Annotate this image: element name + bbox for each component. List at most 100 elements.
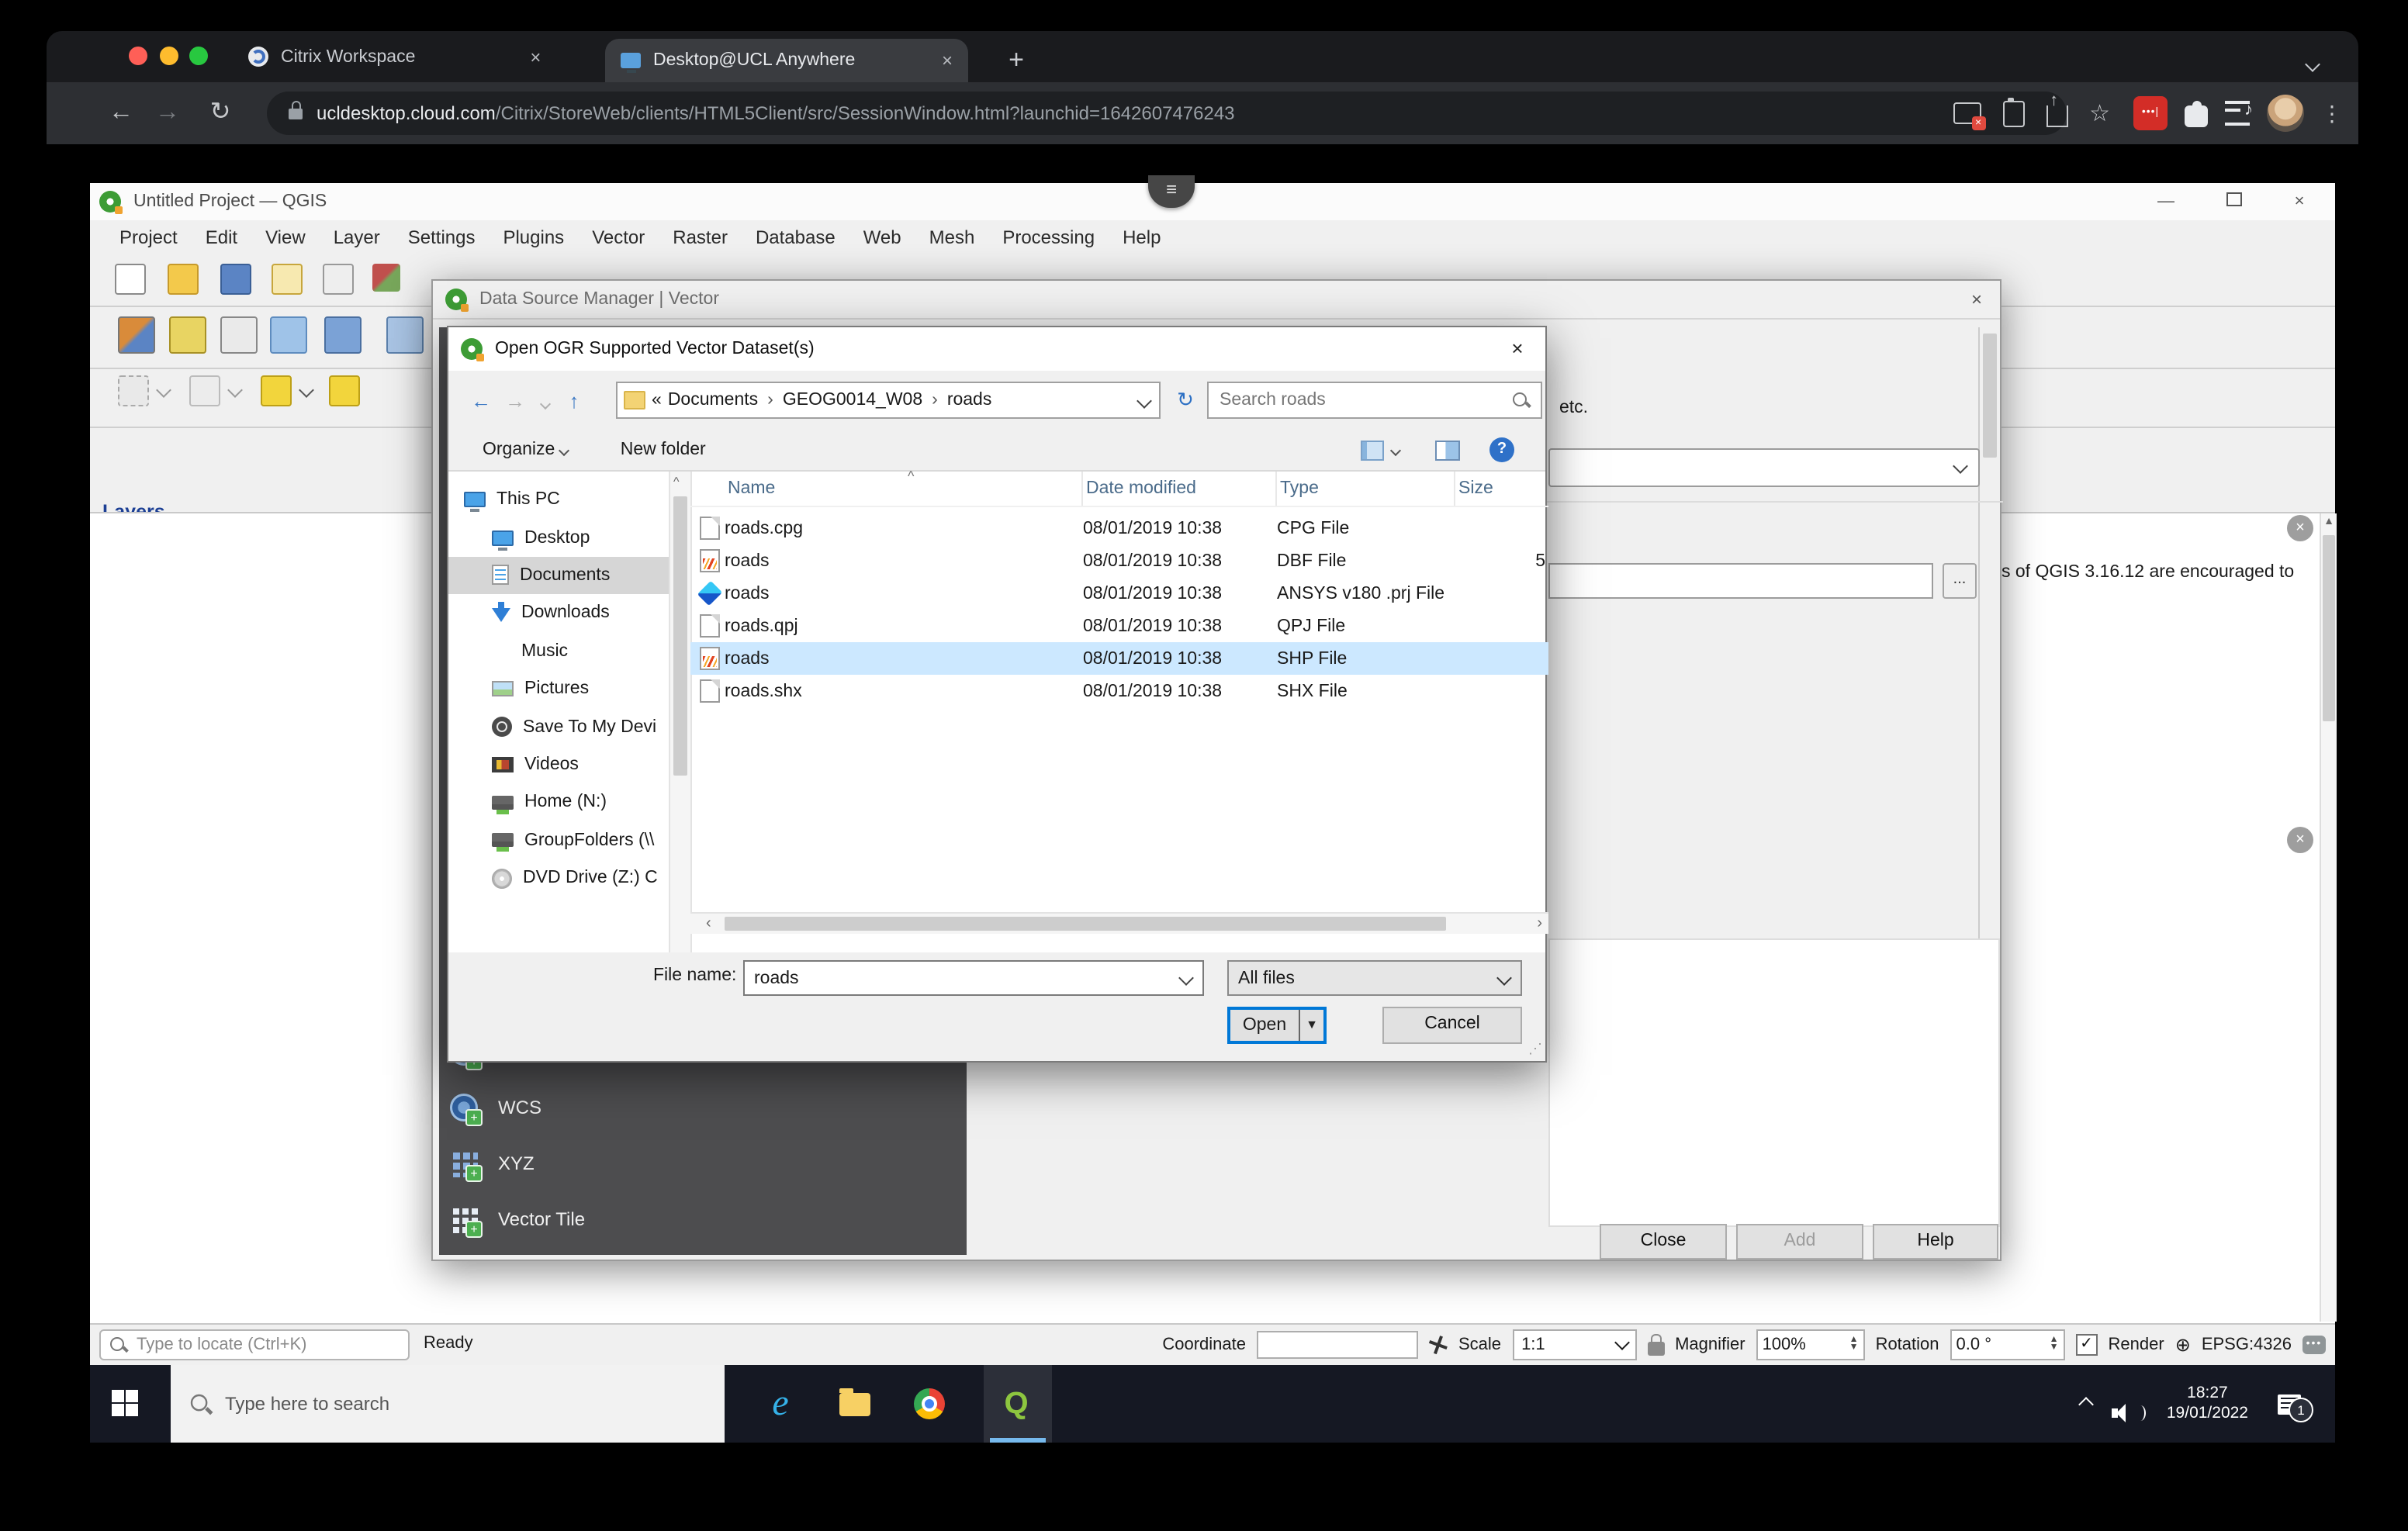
clipboard-icon[interactable] bbox=[2002, 100, 2024, 126]
mac-minimize-button[interactable] bbox=[160, 47, 178, 65]
reload-button[interactable]: ↻ bbox=[202, 95, 239, 132]
new-print-layout-icon[interactable] bbox=[272, 264, 303, 295]
lock-scale-icon[interactable] bbox=[1647, 1341, 1664, 1355]
qgis-close-button[interactable]: × bbox=[2276, 189, 2323, 216]
tab-close-icon[interactable]: × bbox=[530, 46, 541, 67]
rotation-spinner[interactable]: 0.0 °▲▼ bbox=[1950, 1329, 2065, 1360]
breadcrumb-part[interactable]: GEOG0014_W08 bbox=[783, 391, 947, 410]
preview-pane-icon[interactable] bbox=[1435, 440, 1460, 460]
refresh-icon[interactable]: ↻ bbox=[1168, 382, 1202, 419]
breadcrumb-part[interactable]: roads bbox=[947, 391, 992, 410]
new-spatialite-layer-icon[interactable] bbox=[270, 316, 307, 354]
places-item[interactable]: Music bbox=[448, 632, 669, 670]
extents-icon[interactable] bbox=[1429, 1336, 1448, 1354]
deselect-layers-icon[interactable] bbox=[261, 375, 292, 406]
file-dialog-close-button[interactable]: × bbox=[1502, 335, 1533, 363]
file-row[interactable]: roads 08/01/2019 10:38 DBF File 5 bbox=[690, 544, 1548, 577]
open-project-icon[interactable] bbox=[168, 264, 199, 295]
dsm-browse-button[interactable]: ... bbox=[1943, 563, 1977, 599]
taskbar-chrome-icon[interactable] bbox=[900, 1379, 959, 1429]
places-item[interactable]: This PC bbox=[448, 481, 669, 519]
column-type[interactable]: Type bbox=[1277, 472, 1455, 506]
new-shapefile-layer-icon[interactable] bbox=[220, 316, 258, 354]
qgis-menu-item[interactable]: Database bbox=[742, 226, 849, 247]
view-mode-icon[interactable] bbox=[1361, 440, 1384, 460]
coordinate-input[interactable] bbox=[1257, 1331, 1418, 1359]
file-row[interactable]: roads 08/01/2019 10:38 ANSYS v180 .prj F… bbox=[690, 577, 1548, 610]
taskbar-qgis-icon[interactable]: Q bbox=[987, 1379, 1046, 1429]
locate-input[interactable]: Type to locate (Ctrl+K) bbox=[99, 1329, 410, 1360]
column-name[interactable]: Name bbox=[725, 472, 1083, 506]
qgis-menu-item[interactable]: Layer bbox=[320, 226, 394, 247]
resize-grip[interactable]: ⋰ bbox=[1528, 1041, 1542, 1058]
places-item[interactable]: Save To My Devi bbox=[448, 708, 669, 746]
new-project-icon[interactable] bbox=[115, 264, 146, 295]
qgis-menu-item[interactable]: View bbox=[251, 226, 320, 247]
open-button[interactable]: Open ▼ bbox=[1227, 1007, 1327, 1044]
breadcrumb[interactable]: « DocumentsGEOG0014_W08roads bbox=[616, 382, 1161, 419]
search-input[interactable]: Search roads bbox=[1207, 382, 1542, 419]
qgis-menu-item[interactable]: Plugins bbox=[489, 226, 578, 247]
forward-button[interactable]: → bbox=[149, 95, 186, 132]
share-icon[interactable] bbox=[2046, 105, 2067, 127]
news-dismiss-icon[interactable]: × bbox=[2287, 827, 2313, 853]
file-name-input[interactable]: roads bbox=[743, 960, 1204, 996]
qgis-restore-button[interactable] bbox=[2211, 189, 2258, 216]
sidebar-scrollbar[interactable]: ^ bbox=[669, 472, 692, 952]
extensions-puzzle-icon[interactable] bbox=[2185, 105, 2208, 126]
identify-features-icon[interactable] bbox=[189, 375, 220, 406]
file-row[interactable]: roads.qpj 08/01/2019 10:38 QPJ File bbox=[690, 610, 1548, 642]
mac-zoom-button[interactable] bbox=[189, 47, 208, 65]
tab-citrix-workspace[interactable]: Citrix Workspace × bbox=[248, 31, 541, 82]
save-project-icon[interactable] bbox=[220, 264, 251, 295]
new-mesh-layer-icon[interactable] bbox=[386, 316, 424, 354]
scroll-left-icon[interactable]: ‹ bbox=[706, 914, 711, 934]
qgis-menu-item[interactable]: Vector bbox=[578, 226, 659, 247]
news-scrollbar[interactable]: ▲ bbox=[2320, 513, 2337, 1322]
tab-search-chevron-icon[interactable] bbox=[2307, 50, 2318, 78]
nav-history-chevron-icon[interactable] bbox=[532, 389, 557, 412]
select-dropdown-icon[interactable] bbox=[156, 382, 171, 398]
tab-desktop-ucl-anywhere[interactable]: Desktop@UCL Anywhere × bbox=[605, 39, 968, 82]
browser-menu-icon[interactable]: ⋮ bbox=[2321, 100, 2343, 126]
mac-close-button[interactable] bbox=[129, 47, 147, 65]
identify-dropdown-icon[interactable] bbox=[227, 382, 243, 398]
qgis-menu-item[interactable]: Edit bbox=[192, 226, 251, 247]
qgis-menu-item[interactable]: Raster bbox=[659, 226, 742, 247]
nav-up-button[interactable]: ↑ bbox=[557, 389, 591, 412]
messages-icon[interactable]: ••• bbox=[2302, 1336, 2326, 1354]
picture-in-picture-icon[interactable] bbox=[1953, 102, 1981, 124]
address-bar[interactable]: ucldesktop.cloud.com/Citrix/StoreWeb/cli… bbox=[267, 92, 2067, 135]
taskbar-explorer-icon[interactable] bbox=[825, 1379, 884, 1429]
taskbar-ie-icon[interactable]: e bbox=[751, 1379, 810, 1429]
tab-close-icon[interactable]: × bbox=[942, 50, 953, 71]
qgis-menu-item[interactable]: Project bbox=[106, 226, 192, 247]
new-geopackage-layer-icon[interactable] bbox=[169, 316, 206, 354]
places-item[interactable]: GroupFolders (\\ bbox=[448, 821, 669, 859]
notification-center-icon[interactable]: 1 bbox=[2278, 1394, 2301, 1414]
places-item[interactable]: Pictures bbox=[448, 670, 669, 708]
bookmark-star-icon[interactable]: ☆ bbox=[2089, 99, 2110, 127]
scroll-up-icon[interactable]: ▲ bbox=[2321, 513, 2337, 532]
dsm-add-button[interactable]: Add bbox=[1736, 1224, 1863, 1260]
places-item[interactable]: Videos bbox=[448, 745, 669, 783]
qgis-menu-item[interactable]: Web bbox=[849, 226, 915, 247]
profile-avatar[interactable] bbox=[2267, 95, 2304, 132]
dsm-source-type-item[interactable]: Vector Tile bbox=[439, 1191, 967, 1247]
places-item[interactable]: DVD Drive (Z:) C bbox=[448, 859, 669, 897]
lastpass-extension-icon[interactable]: •••| bbox=[2133, 96, 2168, 130]
places-item[interactable]: Desktop bbox=[448, 519, 669, 557]
nav-back-button[interactable]: ← bbox=[464, 389, 498, 412]
qgis-menu-item[interactable]: Processing bbox=[988, 226, 1109, 247]
horizontal-scrollbar[interactable]: ‹ › bbox=[690, 912, 1548, 934]
file-row[interactable]: roads.cpg 08/01/2019 10:38 CPG File bbox=[690, 512, 1548, 544]
dsm-help-button[interactable]: Help bbox=[1873, 1224, 1998, 1260]
nav-forward-button[interactable]: → bbox=[498, 389, 532, 412]
data-source-manager-icon[interactable] bbox=[118, 316, 155, 354]
crs-indicator[interactable]: EPSG:4326 bbox=[2202, 1336, 2292, 1354]
qgis-menu-item[interactable]: Mesh bbox=[915, 226, 989, 247]
places-item[interactable]: Documents bbox=[448, 557, 669, 595]
dsm-close-button-bottom[interactable]: Close bbox=[1600, 1224, 1727, 1260]
places-item[interactable]: Downloads bbox=[448, 594, 669, 632]
dsm-dataset-path-input[interactable] bbox=[1548, 563, 1933, 599]
